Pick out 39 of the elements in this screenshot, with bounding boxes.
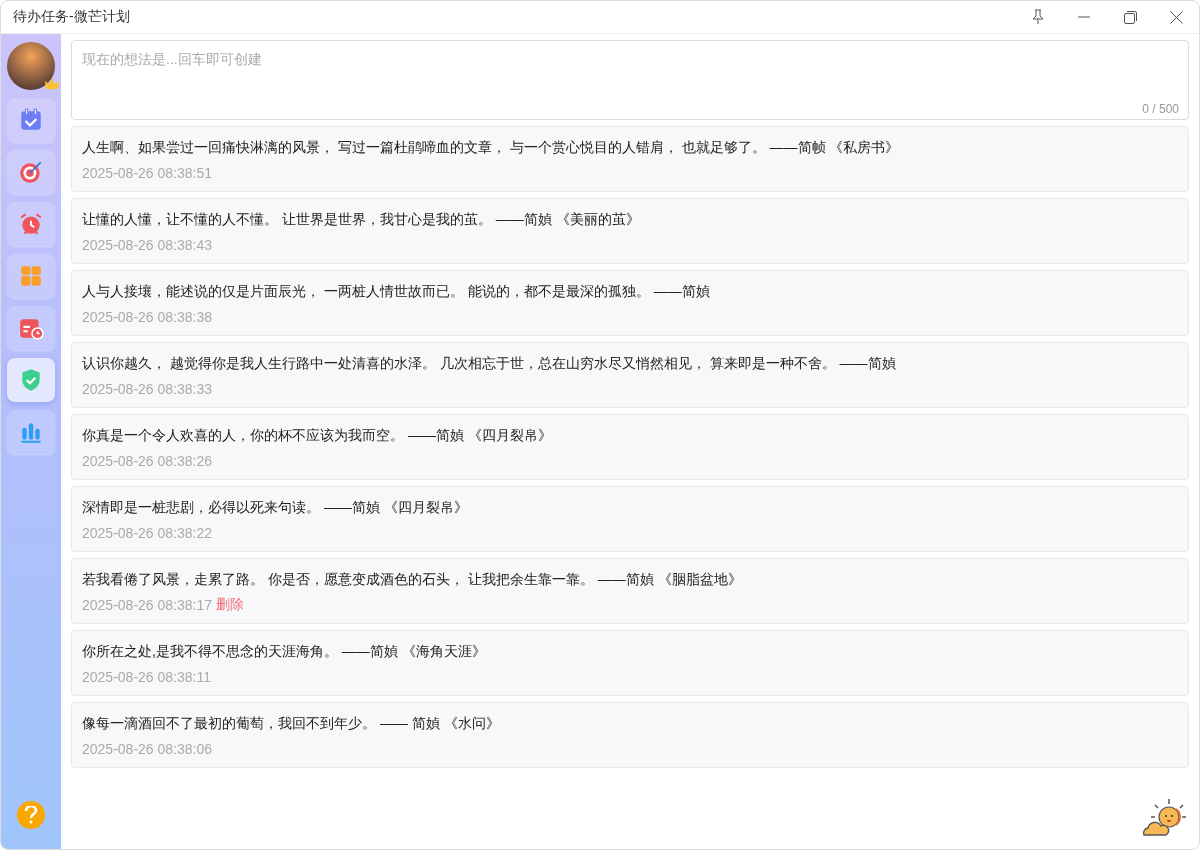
note-text: 人生啊、如果尝过一回痛快淋漓的风景， 写过一篇杜鹃啼血的文章， 与一个赏心悦目的人错肩， 也就足够了。 ——简帧 《私房书》 (82, 138, 901, 157)
note-timestamp: 2025-08-26 08:38:11 (82, 668, 211, 687)
grid-icon (18, 263, 44, 289)
note-text: 你所在之处,是我不得不思念的天涯海角。 ——简媜 《海角天涯》 (82, 642, 487, 661)
note-timestamp: 2025-08-26 08:38:33 (82, 380, 212, 399)
sidebar-item[interactable] (7, 98, 55, 142)
sidebar-item[interactable] (7, 358, 55, 402)
alarm-clock-icon (18, 211, 44, 237)
note-timestamp: 2025-08-26 08:38:17 (82, 596, 212, 615)
delete-link[interactable]: 删除 (216, 595, 244, 615)
sidebar-item[interactable] (7, 150, 55, 194)
note-text: 让懂的人懂，让不懂的人不懂。 让世界是世界，我甘心是我的茧。 ——简媜 《美丽的茧》 (82, 210, 641, 229)
note-timestamp: 2025-08-26 08:38:43 (82, 236, 212, 255)
note-timestamp: 2025-08-26 08:38:22 (82, 524, 212, 543)
note-timestamp: 2025-08-26 08:38:06 (82, 740, 212, 759)
sidebar-item[interactable] (7, 306, 55, 350)
pin-icon (1031, 9, 1045, 25)
character-counter: 0 / 500 (1142, 102, 1179, 116)
sidebar-item[interactable] (7, 410, 55, 454)
minimize-icon (1078, 16, 1090, 18)
help-button[interactable] (17, 801, 45, 829)
sidebar-item[interactable] (7, 202, 55, 246)
crown-icon (45, 78, 59, 90)
note-text: 若我看倦了风景，走累了路。 你是否，愿意变成酒色的石头， 让我把余生靠一靠。 ——简媜 《胭脂盆地》 (82, 570, 743, 589)
note-text: 你真是一个令人欢喜的人，你的杯不应该为我而空。 ——简媜 《四月裂帛》 (82, 426, 553, 445)
note-text: 像每一滴酒回不了最初的葡萄，我回不到年少。 —— 简媜 《水问》 (82, 714, 501, 733)
close-icon (1169, 10, 1183, 24)
target-icon (18, 159, 44, 185)
note-text: 人与人接壤，能述说的仅是片面辰光， 一两桩人情世故而已。 能说的，都不是最深的孤独。 ——简媜 (82, 282, 711, 301)
note-text: 认识你越久， 越觉得你是我人生行路中一处清喜的水泽。 几次相忘于世，总在山穷水尽又悄然相见， 算来即是一种不舍。 ——简媜 (82, 354, 897, 373)
note-timestamp: 2025-08-26 08:38:51 (82, 164, 212, 183)
window-title: 待办任务-微芒计划 (13, 8, 130, 26)
sun-cloud-drawing (1141, 797, 1187, 839)
calendar-check-icon (18, 107, 44, 133)
question-mark-icon (24, 806, 38, 824)
note-timestamp: 2025-08-26 08:38:26 (82, 452, 212, 471)
note-timestamp: 2025-08-26 08:38:38 (82, 308, 212, 327)
restore-icon (1123, 10, 1137, 24)
note-text: 深情即是一桩悲剧，必得以死来句读。 ——简媜 《四月裂帛》 (82, 498, 469, 517)
